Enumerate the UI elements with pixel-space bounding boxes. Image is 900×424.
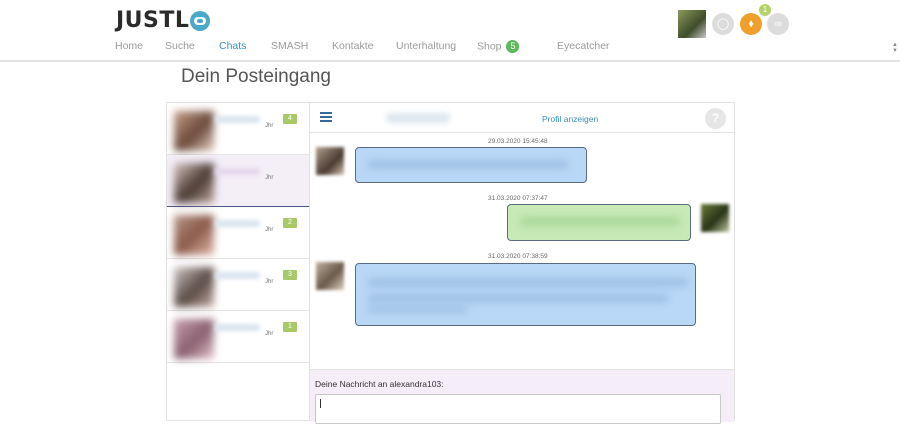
chat-list-item[interactable]: Jhr 3 — [167, 259, 309, 311]
message-text-blurred — [368, 306, 468, 313]
chat-list-item[interactable]: Jhr 4 — [167, 103, 309, 155]
nav-smash[interactable]: SMASH — [271, 40, 332, 53]
chat-bubble-icon[interactable]: ◯ — [712, 13, 734, 35]
unread-badge: 3 — [283, 270, 297, 280]
contact-avatar — [174, 267, 214, 307]
nav-shop[interactable]: Shop 5 — [477, 40, 557, 53]
contact-age: Jhr — [265, 331, 274, 337]
contact-avatar — [174, 319, 214, 359]
contact-name-blurred — [215, 220, 260, 227]
scroll-arrows-icon[interactable]: ▲ ▼ — [892, 42, 898, 54]
message-text-blurred — [368, 294, 668, 303]
text-caret — [320, 399, 321, 408]
partner-avatar[interactable] — [316, 147, 344, 175]
conversation-header: Profil anzeigen ? — [310, 103, 734, 133]
contact-avatar — [174, 163, 214, 203]
contact-name-blurred — [215, 116, 260, 123]
contact-age: Jhr — [265, 123, 274, 129]
contact-avatar — [174, 215, 214, 255]
nav-unterhaltung[interactable]: Unterhaltung — [396, 40, 477, 53]
message-text-blurred — [368, 160, 568, 169]
chat-list-item[interactable]: Jhr 1 — [167, 311, 309, 363]
contact-avatar — [174, 111, 214, 151]
notification-badge: 1 — [759, 4, 771, 16]
unread-badge: 2 — [283, 218, 297, 228]
compose-label: Deine Nachricht an alexandra103: — [315, 379, 444, 389]
message-timestamp: 29.03.2020 15:45:48 — [488, 138, 548, 145]
logo-text: JUSTL — [116, 8, 190, 33]
nav-chats[interactable]: Chats — [219, 40, 271, 53]
nav-shop-label: Shop — [477, 40, 502, 53]
top-header: JUSTL Home Suche Chats SMASH Kontakte Un… — [0, 0, 900, 62]
hamburger-menu-icon[interactable] — [320, 112, 332, 122]
contact-age: Jhr — [265, 279, 274, 285]
nav-eyecatcher[interactable]: Eyecatcher — [557, 40, 617, 53]
nav-kontakte[interactable]: Kontakte — [332, 40, 396, 53]
contact-name-blurred — [215, 324, 260, 331]
chat-list-item-selected[interactable]: Jhr — [167, 155, 309, 207]
message-timestamp: 31.03.2020 07:37:47 — [488, 195, 548, 202]
nav-home[interactable]: Home — [115, 40, 165, 53]
incoming-message — [355, 263, 696, 326]
compose-area: Deine Nachricht an alexandra103: — [310, 369, 734, 424]
profile-link[interactable]: Profil anzeigen — [542, 114, 598, 124]
conversation-partner-name-blurred — [386, 113, 450, 123]
own-avatar[interactable] — [701, 204, 729, 232]
nav-suche[interactable]: Suche — [165, 40, 219, 53]
outgoing-message — [507, 204, 691, 241]
partner-avatar[interactable] — [316, 262, 344, 290]
conversation-panel: Profil anzeigen ? 29.03.2020 15:45:48 31… — [309, 102, 735, 424]
contact-age: Jhr — [265, 227, 274, 233]
help-icon[interactable]: ? — [705, 108, 726, 129]
share-icon[interactable]: ∞ — [767, 13, 789, 35]
shop-count-badge: 5 — [506, 40, 520, 53]
main-nav: Home Suche Chats SMASH Kontakte Unterhal… — [115, 40, 617, 53]
logo-mark-icon — [190, 10, 211, 31]
user-avatar[interactable] — [678, 10, 706, 38]
unread-badge: 4 — [283, 114, 297, 124]
contact-name-blurred — [215, 168, 260, 175]
chat-list-item[interactable]: Jhr 2 — [167, 207, 309, 259]
logo[interactable]: JUSTL — [116, 8, 211, 33]
page-title: Dein Posteingang — [181, 66, 331, 87]
message-text-blurred — [368, 278, 688, 287]
message-text-blurred — [520, 217, 680, 226]
unread-badge: 1 — [283, 322, 297, 332]
contact-name-blurred — [215, 272, 260, 279]
bell-icon[interactable]: ♦ — [740, 13, 762, 35]
message-timestamp: 31.03.2020 07:38:59 — [488, 253, 548, 260]
message-input[interactable] — [315, 394, 721, 424]
contact-age: Jhr — [265, 175, 274, 181]
incoming-message — [355, 147, 587, 183]
chat-list: Jhr 4 Jhr Jhr 2 Jhr 3 Jhr 1 — [166, 102, 309, 421]
